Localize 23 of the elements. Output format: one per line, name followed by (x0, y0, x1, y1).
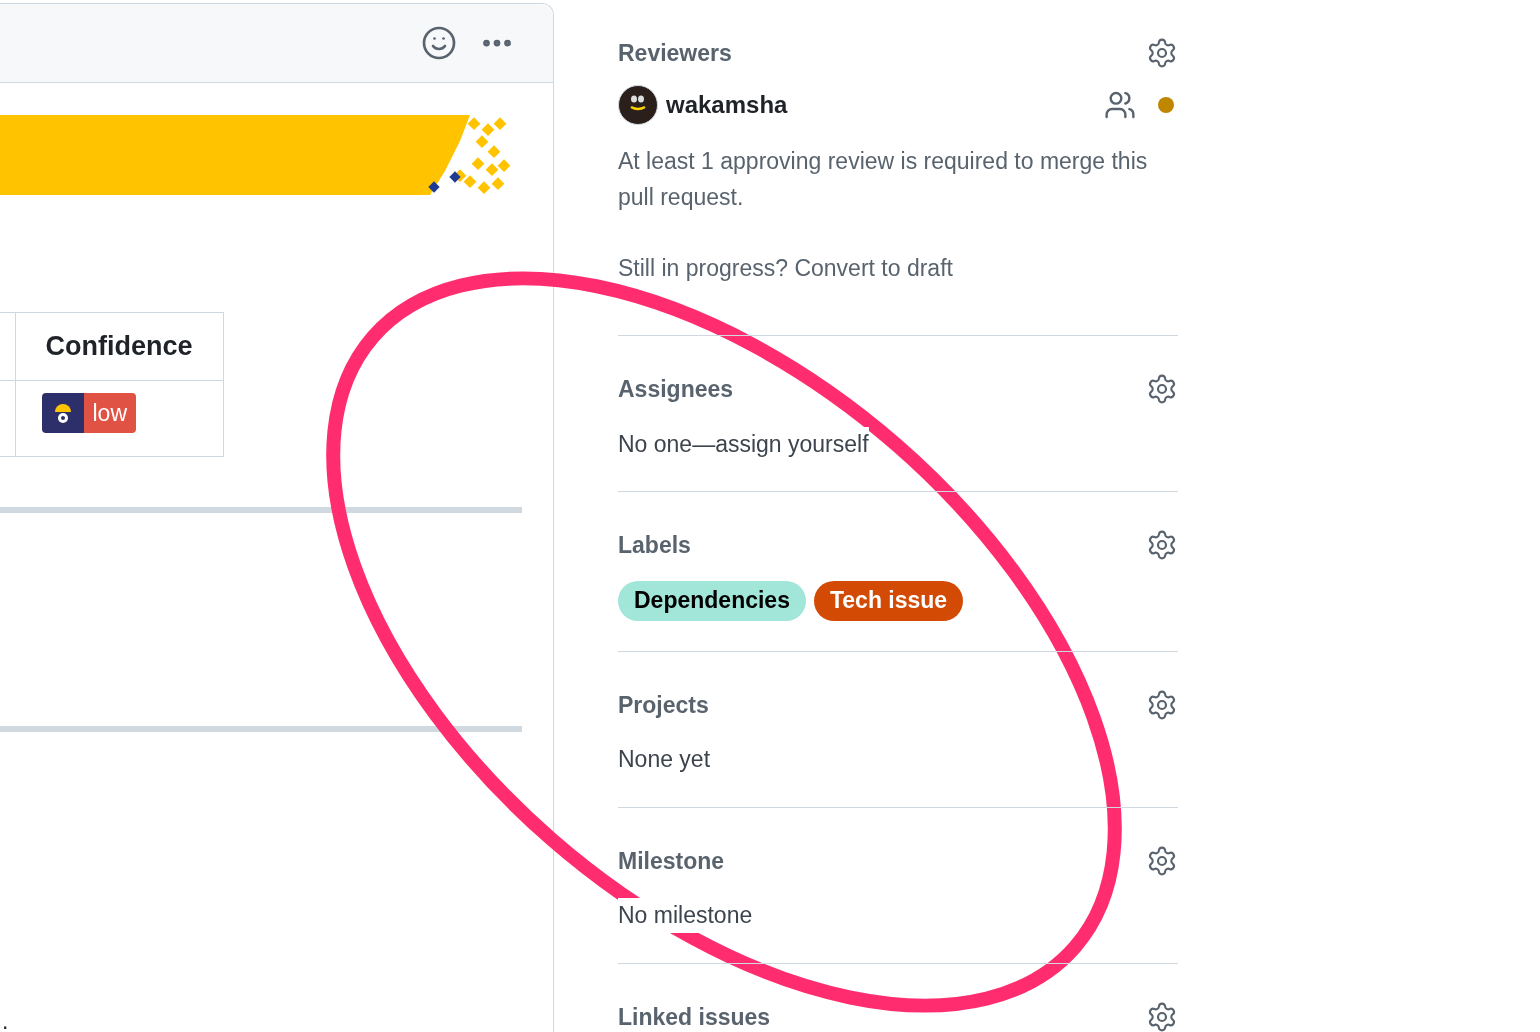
avatar (618, 84, 658, 125)
settings-icon[interactable] (1146, 844, 1178, 877)
label-tag[interactable]: Dependencies (618, 580, 806, 621)
text-fragment: . (2, 1007, 9, 1032)
convert-to-draft-link[interactable]: Convert to draft (794, 254, 953, 281)
section-text: No milestone (618, 898, 753, 933)
label-tag[interactable]: Tech issue (813, 580, 964, 621)
settings-icon[interactable] (1146, 373, 1178, 406)
section-heading: Assignees (618, 375, 734, 404)
draft-prompt: Still in progress? (618, 254, 789, 281)
settings-icon[interactable] (1146, 1000, 1178, 1032)
reviewer-name[interactable]: wakamsha (666, 86, 788, 123)
column-header: Confidence (15, 312, 223, 381)
settings-icon[interactable] (1146, 37, 1178, 70)
settings-icon[interactable] (1146, 688, 1178, 721)
section-heading: Milestone (618, 846, 725, 876)
section-heading: Reviewers (618, 39, 732, 68)
merge-note: At least 1 approving review is required to merge this pull request. (618, 146, 1149, 212)
section-heading: Linked issues (618, 1002, 771, 1032)
section-heading: Projects (618, 690, 709, 720)
smiley-icon[interactable] (421, 25, 457, 61)
section-heading: Labels (618, 531, 691, 560)
settings-icon[interactable] (1146, 529, 1178, 562)
